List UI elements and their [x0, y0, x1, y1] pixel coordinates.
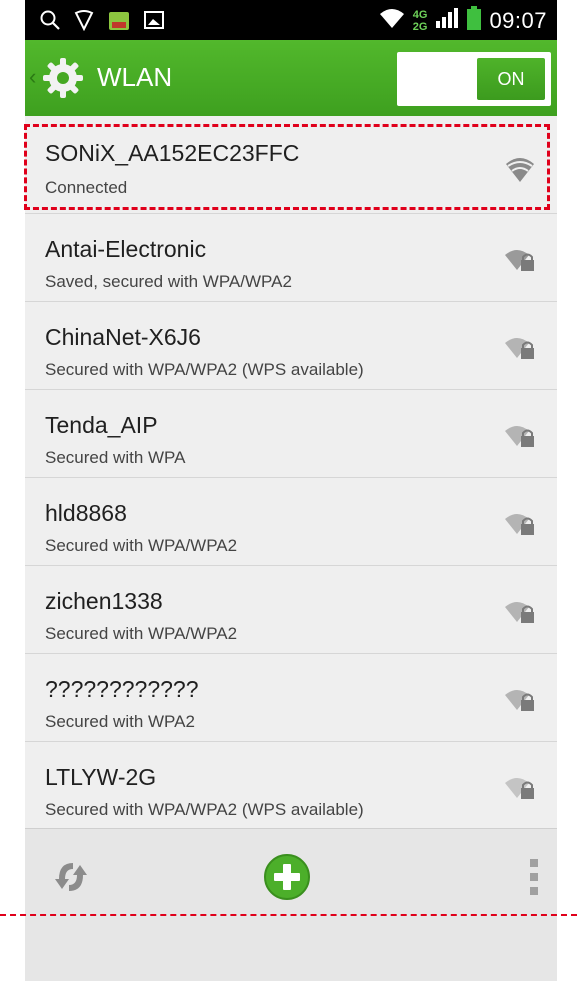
wifi-locked-icon — [503, 684, 537, 714]
network-status: Secured with WPA/WPA2 (WPS available) — [45, 800, 364, 819]
network-row[interactable]: ChinaNet-X6J6 Secured with WPA/WPA2 (WPS… — [25, 302, 557, 390]
wifi-locked-icon — [503, 508, 537, 538]
search-icon — [39, 9, 61, 36]
wlan-toggle[interactable]: ON — [397, 52, 551, 106]
network-row[interactable]: Antai-Electronic Saved, secured with WPA… — [25, 214, 557, 302]
highlight-divider-line — [0, 914, 577, 916]
network-ssid: hld8868 — [45, 500, 127, 526]
network-ssid: Tenda_AIP — [45, 412, 158, 438]
wifi-locked-icon — [503, 244, 537, 274]
wlan-toggle-on-label[interactable]: ON — [477, 58, 545, 100]
settings-gear-icon[interactable] — [41, 56, 85, 100]
overflow-menu-icon[interactable] — [529, 855, 539, 899]
network-row[interactable]: hld8868 Secured with WPA/WPA2 — [25, 478, 557, 566]
wifi-locked-icon — [503, 332, 537, 362]
page-title: WLAN — [97, 62, 173, 92]
network-type-bottom: 2G — [412, 20, 428, 33]
network-row[interactable]: ???????????? Secured with WPA2 — [25, 654, 557, 742]
clock: 09:07 — [489, 7, 547, 33]
network-row[interactable]: Tenda_AIP Secured with WPA — [25, 390, 557, 478]
refresh-icon[interactable] — [51, 857, 91, 897]
network-status: Secured with WPA/WPA2 — [45, 624, 238, 643]
network-row[interactable]: LTLYW-2G Secured with WPA/WPA2 (WPS avai… — [25, 742, 557, 830]
action-bar: ‹ WLAN ON — [25, 40, 557, 116]
network-ssid: zichen1338 — [45, 588, 163, 614]
network-list: SONiX_AA152EC23FFC Connected Antai-Elect… — [25, 116, 557, 830]
network-ssid: ???????????? — [45, 676, 199, 702]
network-status: Secured with WPA/WPA2 (WPS available) — [45, 360, 364, 379]
wifi-locked-icon — [503, 772, 537, 802]
network-ssid: ChinaNet-X6J6 — [45, 324, 201, 350]
network-status: Saved, secured with WPA/WPA2 — [45, 272, 292, 291]
location-icon — [73, 9, 95, 36]
signal-icon — [435, 7, 459, 34]
network-status: Secured with WPA/WPA2 — [45, 536, 238, 555]
network-ssid: LTLYW-2G — [45, 764, 157, 790]
wifi-locked-icon — [503, 420, 537, 450]
battery-icon — [467, 6, 482, 35]
network-status: Secured with WPA — [45, 448, 186, 467]
network-type-top: 4G — [412, 8, 428, 21]
add-network-icon[interactable] — [263, 853, 311, 901]
back-chevron-icon[interactable]: ‹ — [29, 64, 36, 90]
image-icon — [143, 9, 165, 36]
status-bar: 4G 2G 09:07 — [25, 0, 557, 40]
app-icon — [107, 8, 131, 37]
wifi-locked-icon — [503, 596, 537, 626]
network-type: 4G 2G — [413, 9, 428, 33]
network-status: Secured with WPA2 — [45, 712, 195, 731]
wifi-icon — [379, 7, 405, 34]
network-row[interactable]: zichen1338 Secured with WPA/WPA2 — [25, 566, 557, 654]
highlight-connected-network — [24, 124, 550, 210]
bottom-action-bar — [25, 828, 557, 981]
network-ssid: Antai-Electronic — [45, 236, 207, 262]
